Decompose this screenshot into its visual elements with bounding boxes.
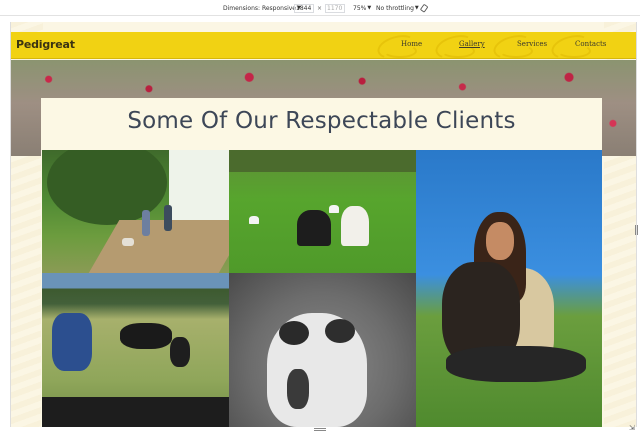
puppy-ear [325, 319, 355, 343]
zoom-label: 75% [353, 4, 367, 12]
next-row-photo-edge [42, 397, 229, 427]
nav-item-home[interactable]: Home [374, 31, 435, 63]
path-shape [84, 220, 229, 273]
nav-label: Home [401, 40, 423, 48]
family-walking-dogs-photo[interactable] [42, 150, 229, 273]
woman-hugging-dog-photo[interactable] [416, 150, 602, 427]
throttling-label: No throttling [376, 4, 414, 12]
legs-shape [446, 346, 586, 382]
viewport-bottom-resize-handle[interactable] [314, 428, 326, 431]
zoom-dropdown[interactable]: 75% ▼ [353, 3, 371, 13]
nav-links: Home Gallery Services Contacts [374, 31, 609, 63]
device-viewport: Pedigreat Home Gallery Services Contacts [10, 22, 637, 427]
boy-with-dogs-photo[interactable] [42, 273, 229, 427]
nav-item-gallery[interactable]: Gallery [432, 31, 493, 63]
corner-resize-icon[interactable]: ⇲ [629, 424, 635, 432]
nav-item-contacts[interactable]: Contacts [548, 31, 609, 63]
person-figure [297, 210, 331, 246]
devtools-toolbar: Dimensions: Responsive ▼ 1844 × 1170 75%… [0, 0, 640, 16]
puppy-portrait-photo[interactable] [229, 273, 416, 427]
dog-figure [249, 216, 259, 224]
person-figure [164, 205, 172, 231]
dimensions-label: Dimensions: Responsive [223, 4, 296, 12]
caret-down-icon: ▼ [367, 5, 372, 11]
women-on-lawn-photo[interactable] [229, 150, 416, 273]
throttling-dropdown[interactable]: No throttling ▼ [376, 3, 419, 13]
sky-area [169, 150, 229, 220]
gallery-section: Some Of Our Respectable Clients [41, 98, 602, 427]
brand-logo[interactable]: Pedigreat [16, 38, 75, 51]
puppy-ear [279, 321, 309, 345]
nav-label: Services [517, 40, 548, 48]
person-figure [142, 210, 150, 236]
dog-figure [329, 205, 339, 213]
nav-item-services[interactable]: Services [490, 31, 551, 63]
dog-figure [120, 323, 172, 349]
caret-down-icon: ▼ [414, 5, 419, 11]
gallery-title: Some Of Our Respectable Clients [127, 108, 516, 134]
rotate-icon [420, 3, 428, 12]
puppy-patch [287, 369, 309, 409]
viewport-side-resize-handle[interactable] [635, 225, 638, 235]
rotate-button[interactable] [420, 3, 429, 13]
nav-label: Gallery [459, 40, 485, 48]
times-icon: × [317, 4, 323, 12]
width-input[interactable]: 1844 [294, 3, 314, 13]
height-input[interactable]: 1170 [325, 3, 346, 13]
face-shape [486, 222, 514, 260]
dimensions-dropdown[interactable]: Dimensions: Responsive ▼ [223, 3, 301, 13]
treeline-shape [229, 150, 416, 172]
dog-figure [122, 238, 134, 246]
person-figure [52, 313, 92, 371]
nav-label: Contacts [575, 40, 607, 48]
photo-grid [42, 150, 602, 427]
navbar: Pedigreat Home Gallery Services Contacts [11, 31, 636, 63]
dog-figure [170, 337, 190, 367]
person-figure [341, 206, 369, 246]
